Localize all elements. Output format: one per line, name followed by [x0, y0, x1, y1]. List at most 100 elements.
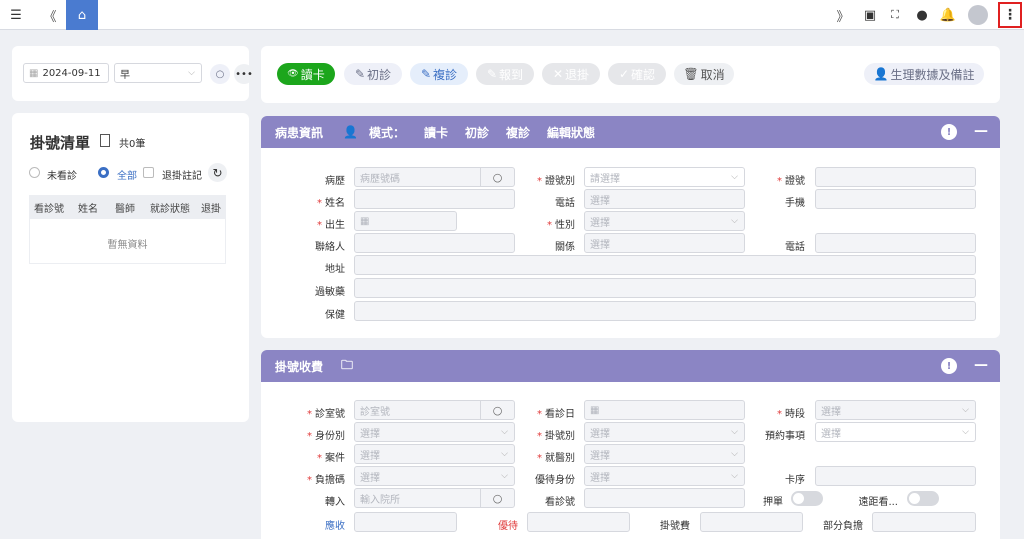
insurance-input[interactable]	[354, 301, 976, 321]
label-mobile: 手機	[785, 198, 805, 209]
revisit-button[interactable]: ✎ 複診	[410, 63, 468, 85]
more-button[interactable]: •••	[234, 64, 254, 84]
search-doc-icon[interactable]: ▣	[860, 0, 880, 30]
phone-input[interactable]: 選擇	[584, 189, 745, 209]
list-icon[interactable]: ☰	[4, 0, 28, 30]
room-input[interactable]: 診室號 ○	[354, 400, 515, 420]
col-status: 就診狀態	[150, 203, 190, 215]
collapse-icon[interactable]: —	[974, 357, 988, 373]
cancel-reg-button[interactable]: ✕ 退掛	[542, 63, 600, 85]
case-select[interactable]: 選擇 ⌵	[354, 444, 515, 464]
label-discount: 優待	[498, 521, 518, 532]
remote-toggle[interactable]	[907, 491, 939, 506]
contact-input[interactable]	[354, 233, 515, 253]
fullscreen-icon[interactable]: ⛶	[885, 0, 905, 30]
session-select[interactable]: 早 ⌵	[114, 63, 202, 83]
calendar-icon: ▦	[29, 67, 39, 79]
label-appointment: 預約事項	[765, 431, 805, 442]
mode-read-card: 讀卡	[424, 125, 449, 140]
mode-revisit: 複診	[506, 125, 531, 140]
reg-fee-input[interactable]	[700, 512, 803, 532]
label-case: * 案件	[317, 453, 345, 464]
label-receivable: 應收	[325, 521, 345, 532]
label-chart: 病歷	[325, 176, 345, 187]
report-button[interactable]: ✎ 報到	[476, 63, 534, 85]
appointment-select[interactable]: 選擇 ⌵	[815, 422, 976, 442]
info-icon[interactable]: !	[941, 358, 957, 374]
mode-label: 模式：	[369, 125, 406, 140]
refresh-icon[interactable]: ↻	[208, 163, 227, 182]
bell-icon[interactable]: 🔔	[938, 0, 958, 30]
more-menu-icon[interactable]: ⋮	[998, 2, 1022, 28]
card-seq-input[interactable]	[815, 466, 976, 486]
gender-select[interactable]: 選擇 ⌵	[584, 211, 745, 231]
identity-select[interactable]: 選擇 ⌵	[354, 422, 515, 442]
radio-all[interactable]	[98, 167, 109, 178]
id-no-input[interactable]	[815, 167, 976, 187]
discount-input[interactable]	[527, 512, 630, 532]
date-field[interactable]: ▦ 2024-09-11	[23, 63, 109, 83]
preferential-select[interactable]: 選擇 ⌵	[584, 466, 745, 486]
label-room: * 診室號	[307, 409, 345, 420]
birth-input[interactable]: ▦	[354, 211, 457, 231]
calendar-icon: ▦	[590, 404, 600, 416]
relation-input[interactable]: 選擇	[584, 233, 745, 253]
register-list-title: 掛號清單	[30, 134, 91, 152]
allergy-input[interactable]	[354, 278, 976, 298]
label-referral: 轉入	[325, 497, 345, 508]
chat-icon[interactable]: ●	[912, 0, 932, 30]
col-visit-no: 看診號	[34, 203, 64, 215]
chart-input[interactable]: 病歷號碼 ○	[354, 167, 515, 187]
id-type-select[interactable]: 請選擇 ⌵	[584, 167, 745, 187]
home-icon[interactable]: ⌂	[66, 0, 98, 30]
radio-all-label: 全部	[117, 171, 137, 182]
mobile-input[interactable]	[815, 189, 976, 209]
label-burden: * 負擔碼	[307, 475, 345, 486]
info-icon[interactable]: !	[941, 124, 957, 140]
registration-section-header: 掛號收費 🗀 ! —	[261, 350, 1000, 382]
collapse-icon[interactable]: —	[974, 123, 988, 139]
visit-no-input[interactable]	[584, 488, 745, 508]
referral-input[interactable]: 輸入院所 ○	[354, 488, 515, 508]
period-select[interactable]: 選擇 ⌵	[815, 400, 976, 420]
deposit-toggle[interactable]	[791, 491, 823, 506]
calendar-icon: ▦	[360, 215, 370, 227]
patient-section-title: 病患資訊	[275, 125, 324, 140]
double-chevron-right-icon[interactable]: 》	[832, 0, 854, 30]
medical-type-select[interactable]: 選擇 ⌵	[584, 444, 745, 464]
mode-edit: 編輯狀態	[547, 125, 596, 140]
receivable-input[interactable]	[354, 512, 457, 532]
label-preferential: 優待身份	[535, 475, 575, 486]
double-chevron-left-icon[interactable]: 《	[38, 0, 62, 30]
chevron-down-icon: ⌵	[188, 68, 195, 78]
top-bar: ☰ 《 ⌂ 》 ▣ ⛶ ● 🔔 ⋮	[0, 0, 1024, 30]
label-name: * 姓名	[317, 198, 345, 209]
first-visit-button[interactable]: ✎ 初診	[344, 63, 402, 85]
address-input[interactable]	[354, 255, 976, 275]
radio-unseen-label: 未看診	[47, 171, 77, 182]
date-value: 2024-09-11	[42, 67, 101, 79]
burden-select[interactable]: 選擇 ⌵	[354, 466, 515, 486]
book-icon[interactable]	[100, 134, 110, 147]
cancel-button[interactable]: 🗑 取消	[674, 63, 734, 85]
patient-section-header: 病患資訊 👤 模式： 讀卡 初診 複診 編輯狀態 ! —	[261, 116, 1000, 148]
user-icon: 👤	[343, 125, 358, 139]
reg-type-select[interactable]: 選擇 ⌵	[584, 422, 745, 442]
confirm-button[interactable]: ✓ 確認	[608, 63, 666, 85]
contact-phone-input[interactable]	[815, 233, 976, 253]
vitals-button[interactable]: 👤 生理數據及備註	[864, 63, 984, 85]
name-input[interactable]	[354, 189, 515, 209]
label-contact-phone: 電話	[785, 242, 805, 253]
search-button[interactable]: ○	[210, 64, 230, 84]
copay-input[interactable]	[872, 512, 976, 532]
avatar[interactable]	[968, 5, 988, 25]
read-card-button[interactable]: 👁 讀卡	[277, 63, 335, 85]
label-deposit: 押單	[763, 497, 783, 508]
cancel-checkbox[interactable]	[143, 167, 154, 178]
radio-unseen[interactable]	[29, 167, 40, 178]
label-contact: 聯絡人	[315, 242, 345, 253]
visit-date-input[interactable]: ▦	[584, 400, 745, 420]
label-allergy: 過敏藥	[315, 287, 345, 298]
label-visit-no: 看診號	[545, 497, 575, 508]
label-insurance: 保健	[325, 310, 345, 321]
